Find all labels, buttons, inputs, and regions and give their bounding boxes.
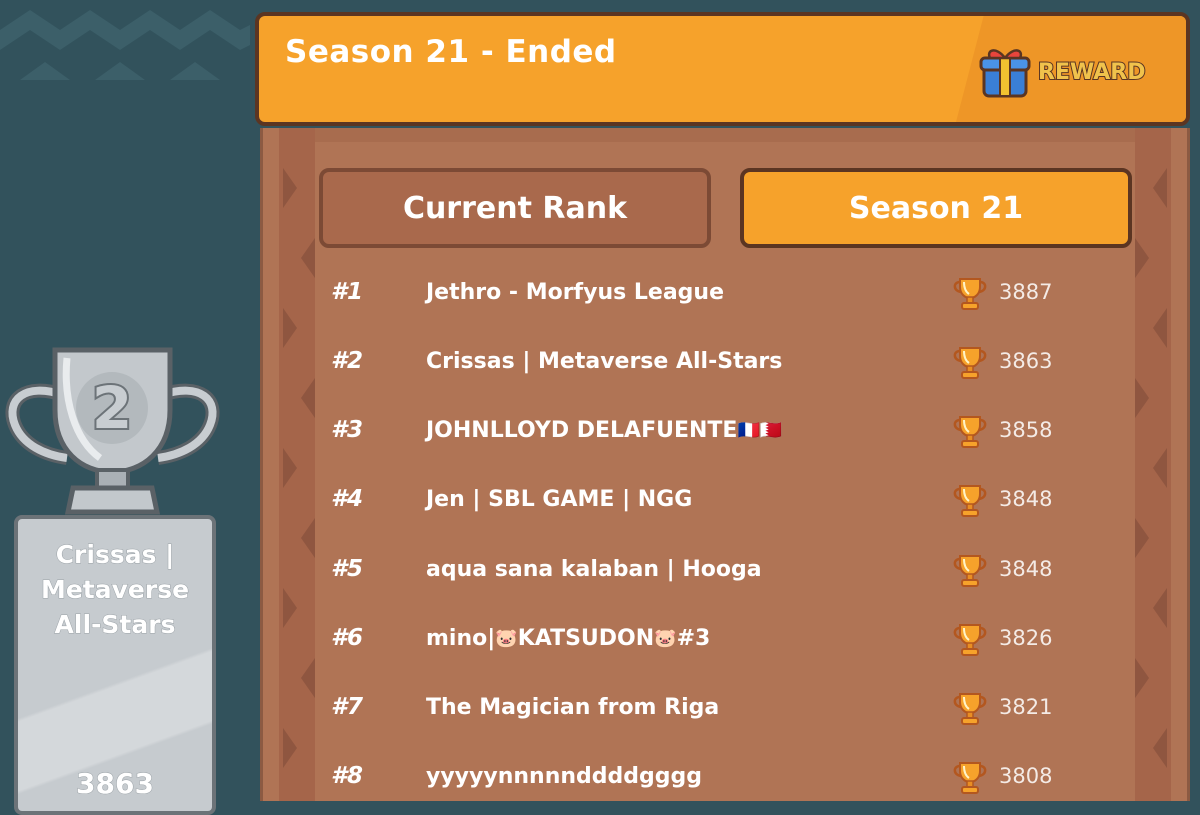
pig-emoji: 🐷 (495, 628, 518, 649)
player-score: 3808 (999, 764, 1053, 788)
trophy-icon (951, 758, 989, 796)
rank-number: #5 (331, 556, 364, 582)
rank-number: #8 (331, 763, 364, 789)
trophy-icon (951, 620, 989, 658)
reward-label: REWARD (1037, 59, 1146, 86)
podium-name-line: Crissas | (55, 540, 175, 570)
player-name: yyyyynnnnnddddgggg (426, 763, 702, 789)
tab-season-label: Season 21 (848, 190, 1024, 226)
trophy-number: 2 (92, 374, 132, 442)
podium-score: 3863 (76, 767, 155, 801)
player-score: 3863 (999, 349, 1053, 373)
leaderboard-row[interactable]: #5 aqua sana kalaban | Hooga 3848 (263, 539, 1187, 599)
leaderboard-panel: Current Rank Season 21 #1 Jethro - Morfy… (260, 128, 1190, 801)
player-name: mino|🐷KATSUDON🐷#3 (426, 626, 710, 651)
leaderboard-row[interactable]: #1 Jethro - Morfyus League 3887 (263, 262, 1187, 322)
tab-current-rank-label: Current Rank (402, 190, 628, 226)
leaderboard-row[interactable]: #4 Jen | SBL GAME | NGG 3848 (263, 469, 1187, 529)
player-name: Jethro - Morfyus League (426, 279, 724, 305)
rank-number: #4 (331, 486, 364, 512)
player-score: 3848 (999, 557, 1053, 581)
player-name: The Magician from Riga (426, 694, 720, 720)
podium-player-name: Crissas | Metaverse All-Stars (24, 537, 206, 642)
trophy-icon (951, 689, 989, 727)
podium-plaque: Crissas | Metaverse All-Stars 3863 (14, 515, 216, 815)
pig-emoji: 🐷 (654, 628, 677, 649)
tab-season[interactable]: Season 21 (740, 168, 1132, 248)
player-score: 3848 (999, 487, 1053, 511)
player-score: 3821 (999, 695, 1053, 719)
board-top-edge (283, 128, 1167, 142)
leaderboard-row[interactable]: #3 JOHNLLOYD DELAFUENTE🇫🇷🇧🇭 3858 (263, 400, 1187, 460)
player-name-part: mino| (426, 625, 496, 651)
rank-number: #1 (331, 279, 364, 305)
player-name: aqua sana kalaban | Hooga (426, 556, 762, 582)
rank-number: #6 (331, 625, 364, 651)
player-score: 3826 (999, 626, 1053, 650)
trophy-icon (951, 481, 989, 519)
trophy-icon (951, 551, 989, 589)
player-score: 3858 (999, 418, 1053, 442)
player-name-part: KATSUDON (517, 625, 655, 651)
silver-trophy-icon: 2 (5, 347, 220, 515)
player-name: JOHNLLOYD DELAFUENTE🇫🇷🇧🇭 (426, 418, 782, 443)
tab-current-rank[interactable]: Current Rank (319, 168, 711, 248)
rank-number: #3 (331, 417, 364, 443)
leaderboard-row[interactable]: #6 mino|🐷KATSUDON🐷#3 3826 (263, 608, 1187, 668)
background-pattern (0, 10, 250, 80)
season-title: Season 21 - Ended (285, 34, 617, 70)
player-name: Crissas | Metaverse All-Stars (426, 348, 783, 374)
leaderboard-row[interactable]: #2 Crissas | Metaverse All-Stars 3863 (263, 331, 1187, 391)
player-name: Jen | SBL GAME | NGG (426, 486, 693, 512)
leaderboard-row[interactable]: #8 yyyyynnnnnddddgggg 3808 (263, 746, 1187, 801)
season-header: Season 21 - Ended REWARD (255, 12, 1190, 126)
podium-name-line: Metaverse (40, 575, 190, 605)
trophy-icon (951, 412, 989, 450)
rank-number: #7 (331, 694, 364, 720)
player-score: 3887 (999, 280, 1053, 304)
podium-name-line: All-Stars (54, 610, 176, 640)
rank-number: #2 (331, 348, 364, 374)
trophy-icon (951, 274, 989, 312)
player-name-text: JOHNLLOYD DELAFUENTE (426, 417, 738, 443)
reward-button[interactable]: REWARD (978, 42, 1168, 102)
leaderboard-row[interactable]: #7 The Magician from Riga 3821 (263, 677, 1187, 737)
trophy-icon (951, 343, 989, 381)
flag-emojis: 🇫🇷🇧🇭 (737, 420, 783, 441)
gift-icon (979, 49, 1031, 98)
player-name-part: #3 (676, 625, 711, 651)
